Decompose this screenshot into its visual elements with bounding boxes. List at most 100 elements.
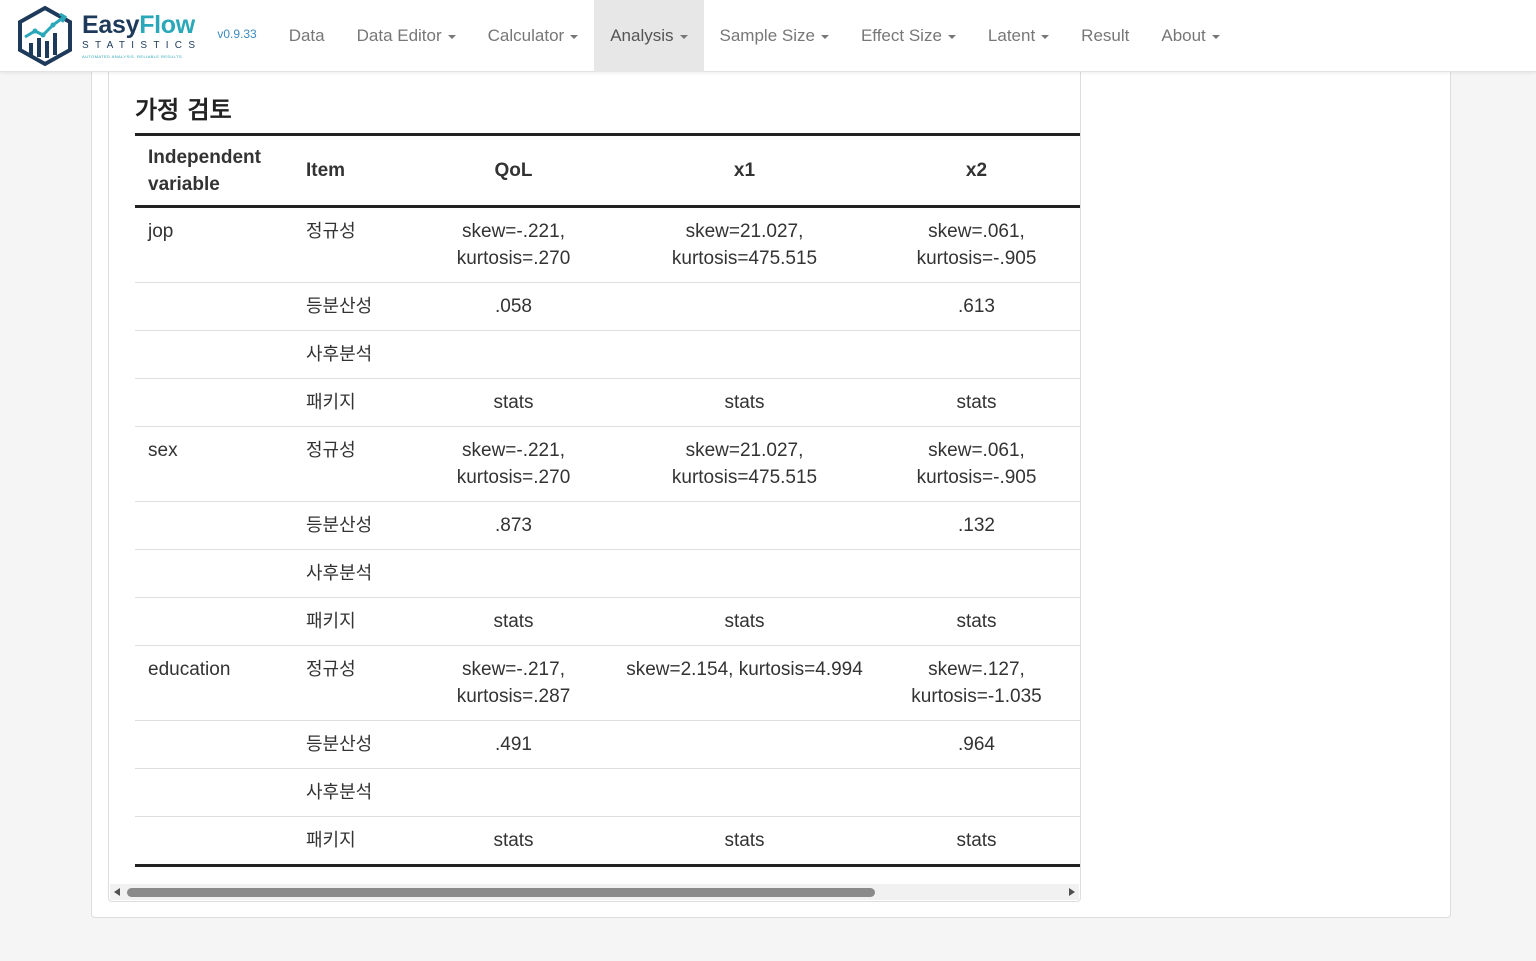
scroll-left-icon[interactable] xyxy=(114,888,120,896)
cell-variable xyxy=(135,769,293,816)
header-item: Item xyxy=(306,160,346,181)
brand-tagline: AUTOMATED ANALYSIS. RELIABLE RESULTS. xyxy=(82,54,184,59)
cell-qol: stats xyxy=(493,611,534,632)
section-title: 가정 검토 xyxy=(135,96,232,124)
scroll-right-icon[interactable] xyxy=(1069,888,1075,896)
nav-latent[interactable]: Latent xyxy=(972,0,1065,72)
caret-down-icon xyxy=(947,34,956,39)
cell-qol xyxy=(411,331,616,378)
assumption-table: Independent variable Item QoL x1 x2 jop 정… xyxy=(135,133,1080,867)
caret-down-icon xyxy=(447,34,456,39)
horizontal-scrollbar[interactable] xyxy=(110,884,1079,900)
table-body: jop 정규성 skew=-.221, kurtosis=.270 skew=21.0… xyxy=(135,208,1080,867)
cell-qol: skew=-.221, kurtosis=.270 xyxy=(456,440,571,488)
cell-qol: stats xyxy=(493,830,534,851)
cell-item: 등분산성 xyxy=(306,296,373,317)
cell-x2: stats xyxy=(956,611,997,632)
table-row: 사후분석 xyxy=(135,550,1080,598)
cell-variable xyxy=(135,721,293,768)
easyflow-logo-icon xyxy=(18,5,72,66)
cell-item: 정규성 xyxy=(306,659,356,680)
scrollbar-thumb[interactable] xyxy=(127,888,875,897)
version-label: v0.9.33 xyxy=(217,26,257,41)
table-row: 패키지 stats stats stats xyxy=(135,379,1080,427)
cell-item: 등분산성 xyxy=(306,515,373,536)
brand-logo[interactable]: EasyFlow STATISTICS AUTOMATED ANALYSIS. … xyxy=(16,0,201,72)
cell-variable: education xyxy=(148,659,231,680)
cell-x1: stats xyxy=(724,611,765,632)
cell-item: 패키지 xyxy=(306,611,356,632)
cell-variable xyxy=(135,331,293,378)
cell-qol: .058 xyxy=(495,296,532,317)
nav-about[interactable]: About xyxy=(1145,0,1235,72)
cell-x2: stats xyxy=(956,830,997,851)
cell-variable xyxy=(135,379,293,426)
cell-qol xyxy=(411,550,616,597)
cell-x2 xyxy=(873,550,1080,597)
header-independent-variable: Independent variable xyxy=(148,146,261,195)
cell-qol: skew=-.217, kurtosis=.287 xyxy=(456,659,571,707)
cell-x1 xyxy=(616,331,873,378)
brand-name: EasyFlow xyxy=(82,11,195,39)
header-x2: x2 xyxy=(965,160,988,181)
cell-x1 xyxy=(616,502,873,549)
table-row: 사후분석 xyxy=(135,769,1080,817)
table-row: 등분산성 .058 .613 xyxy=(135,283,1080,331)
cell-x2 xyxy=(873,331,1080,378)
table-row: 등분산성 .491 .964 xyxy=(135,721,1080,769)
cell-variable xyxy=(135,502,293,549)
cell-x2: skew=.061, kurtosis=-.905 xyxy=(916,221,1037,269)
caret-down-icon xyxy=(679,34,688,39)
table-row: 패키지 stats stats stats xyxy=(135,598,1080,646)
nav-data[interactable]: Data xyxy=(273,0,341,72)
nav-result[interactable]: Result xyxy=(1065,0,1145,72)
cell-x1 xyxy=(616,721,873,768)
nav-effect-size[interactable]: Effect Size xyxy=(845,0,972,72)
nav-calculator[interactable]: Calculator xyxy=(472,0,595,72)
cell-x1 xyxy=(616,550,873,597)
cell-x1: skew=2.154, kurtosis=4.994 xyxy=(626,659,863,680)
cell-item: 사후분석 xyxy=(306,563,373,584)
cell-item: 패키지 xyxy=(306,392,356,413)
cell-qol xyxy=(411,769,616,816)
nav-sample-size[interactable]: Sample Size xyxy=(704,0,845,72)
nav-data-editor[interactable]: Data Editor xyxy=(341,0,472,72)
cell-x2: stats xyxy=(956,392,997,413)
cell-variable xyxy=(135,550,293,597)
caret-down-icon xyxy=(1211,34,1220,39)
cell-variable xyxy=(135,598,293,645)
caret-down-icon xyxy=(1041,34,1050,39)
cell-qol: stats xyxy=(493,392,534,413)
navbar: EasyFlow STATISTICS AUTOMATED ANALYSIS. … xyxy=(0,0,1536,72)
cell-x2: .964 xyxy=(958,734,995,755)
cell-x1 xyxy=(616,283,873,330)
table-row: jop 정규성 skew=-.221, kurtosis=.270 skew=21.0… xyxy=(135,208,1080,283)
cell-x2: skew=.127, kurtosis=-1.035 xyxy=(911,659,1042,707)
caret-down-icon xyxy=(820,34,829,39)
nav-analysis[interactable]: Analysis xyxy=(594,0,704,72)
cell-x1 xyxy=(616,769,873,816)
header-qol: QoL xyxy=(494,160,533,181)
cell-x1: skew=21.027, kurtosis=475.515 xyxy=(671,221,818,269)
header-x1: x1 xyxy=(733,160,756,181)
cell-x2: .132 xyxy=(958,515,995,536)
cell-item: 정규성 xyxy=(306,440,356,461)
brand-subtitle: STATISTICS xyxy=(82,40,202,51)
cell-x2 xyxy=(873,769,1080,816)
table-header-row: Independent variable Item QoL x1 x2 xyxy=(135,133,1080,208)
table-row: 패키지 stats stats stats xyxy=(135,817,1080,867)
cell-qol: .491 xyxy=(495,734,532,755)
cell-variable: jop xyxy=(148,221,174,242)
cell-item: 사후분석 xyxy=(306,782,373,803)
cell-x1: skew=21.027, kurtosis=475.515 xyxy=(671,440,818,488)
cell-variable: sex xyxy=(148,440,178,461)
caret-down-icon xyxy=(570,34,579,39)
cell-item: 사후분석 xyxy=(306,344,373,365)
cell-x2: skew=.061, kurtosis=-.905 xyxy=(916,440,1037,488)
table-row: sex 정규성 skew=-.221, kurtosis=.270 skew=21.0… xyxy=(135,427,1080,502)
cell-x1: stats xyxy=(724,392,765,413)
cell-variable xyxy=(135,283,293,330)
cell-x1: stats xyxy=(724,830,765,851)
cell-variable xyxy=(135,817,293,864)
table-row: 등분산성 .873 .132 xyxy=(135,502,1080,550)
